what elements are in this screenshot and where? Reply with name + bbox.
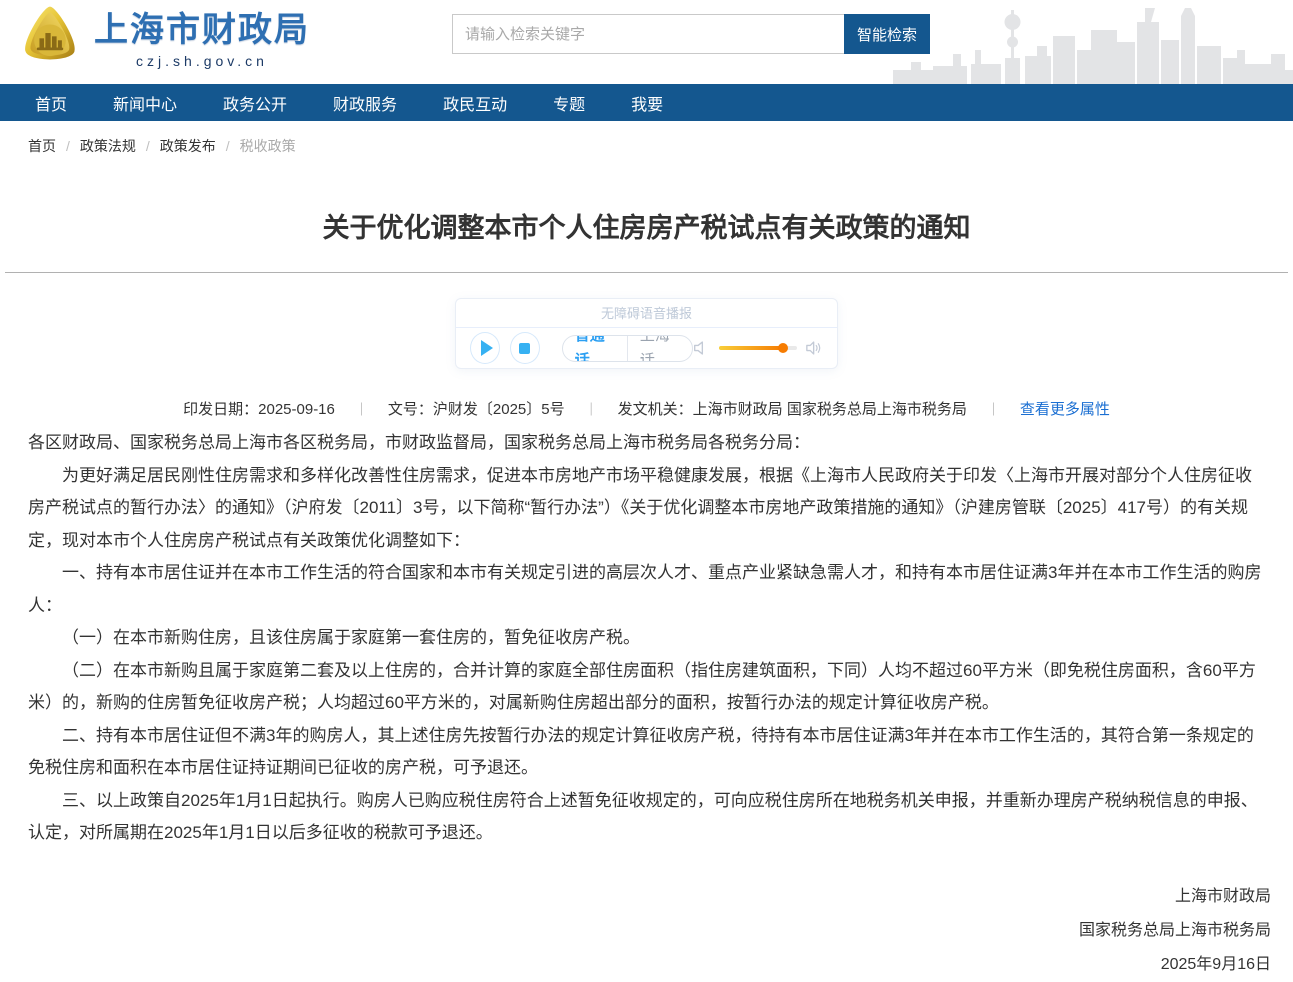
nav-item-home[interactable]: 首页 <box>35 91 67 115</box>
paragraph: 一、持有本市居住证并在本市工作生活的符合国家和本市有关规定引进的高层次人才、重点… <box>28 563 1262 615</box>
main-nav: 首页 新闻中心 政务公开 财政服务 政民互动 专题 我要 <box>0 84 1293 121</box>
stop-icon <box>519 342 531 354</box>
nav-item-interaction[interactable]: 政民互动 <box>443 91 507 115</box>
site-domain: czj.sh.gov.cn <box>136 53 268 69</box>
paragraph: （二）在本市新购且属于家庭第二套及以上住房的，合并计算的家庭全部住房面积（指住房… <box>28 660 1256 713</box>
accessible-audio-player: 无障碍语音播报 普通话 上海话 <box>455 298 838 369</box>
breadcrumb-home[interactable]: 首页 <box>28 136 56 156</box>
breadcrumb-current-tax-policy: 税收政策 <box>239 138 296 154</box>
nav-item-topics[interactable]: 专题 <box>553 91 585 115</box>
stop-button[interactable] <box>509 332 540 364</box>
print-date-label: 印发日期： <box>183 401 259 418</box>
language-toggle: 普通话 上海话 <box>561 334 694 362</box>
paragraph: 三、以上政策自2025年1月1日起执行。购房人已购应税住房符合上述暂免征收规定的… <box>28 790 1258 843</box>
meta-separator: ｜ <box>354 402 368 417</box>
city-skyline-decoration <box>893 8 1293 84</box>
volume-control <box>693 340 823 356</box>
issuing-agency-value: 上海市财政局 国家税务总局上海市税务局 <box>692 401 967 418</box>
site-header: 上海市财政局 czj.sh.gov.cn 智能检索 <box>0 0 1293 84</box>
volume-slider[interactable] <box>719 343 798 353</box>
paragraph: （一）在本市新购住房，且该住房属于家庭第一套住房的，暂免征收房产税。 <box>62 628 640 647</box>
breadcrumb-policy-release[interactable]: 政策发布 <box>160 136 216 156</box>
breadcrumb-separator: / <box>145 138 150 154</box>
language-option-mandarin[interactable]: 普通话 <box>563 336 627 361</box>
doc-number-label: 文号： <box>387 401 433 418</box>
site-logo[interactable]: 上海市财政局 czj.sh.gov.cn <box>16 2 310 70</box>
doc-number: 文号：沪财发〔2025〕5号 <box>388 398 565 419</box>
breadcrumb: 首页 / 政策法规 / 政策发布 / 税收政策 <box>0 121 1293 169</box>
meta-separator: ｜ <box>584 402 598 417</box>
print-date-value: 2025-09-16 <box>258 401 335 418</box>
meta-separator: ｜ <box>986 402 1000 417</box>
view-more-attributes-link[interactable]: 查看更多属性 <box>1020 398 1110 419</box>
smart-search-button[interactable]: 智能检索 <box>844 14 930 54</box>
nav-item-i-want[interactable]: 我要 <box>631 91 663 115</box>
signature-agency: 上海市财政局 <box>1174 887 1271 905</box>
audio-player-title: 无障碍语音播报 <box>456 299 837 328</box>
language-option-shanghainese[interactable]: 上海话 <box>626 335 692 361</box>
paragraph: 二、持有本市居住证但不满3年的购房人，其上述住房先按暂行办法的规定计算征收房产税… <box>28 725 1254 778</box>
breadcrumb-policy-regulations[interactable]: 政策法规 <box>80 136 136 156</box>
article-body: 各区财政局、国家税务总局上海市各区税务局，市财政监督局，国家税务总局上海市税务局… <box>0 419 1293 850</box>
search-box: 智能检索 <box>452 14 930 54</box>
play-button[interactable] <box>470 332 500 364</box>
site-name: 上海市财政局 <box>94 11 310 49</box>
signature-date: 2025年9月16日 <box>1160 955 1271 973</box>
volume-knob[interactable] <box>777 343 788 353</box>
issuing-agency-label: 发文机关： <box>617 401 693 418</box>
issuing-agency: 发文机关：上海市财政局 国家税务总局上海市税务局 <box>618 398 967 419</box>
play-icon <box>480 340 493 356</box>
speaker-low-icon <box>694 341 704 355</box>
nav-item-finance-services[interactable]: 财政服务 <box>333 91 397 115</box>
search-input[interactable] <box>452 14 844 54</box>
nav-item-news[interactable]: 新闻中心 <box>113 91 177 115</box>
nav-item-gov-affairs[interactable]: 政务公开 <box>223 91 287 115</box>
breadcrumb-separator: / <box>225 138 230 154</box>
paragraph: 为更好满足居民刚性住房需求和多样化改善性住房需求，促进本市房地产市场平稳健康发展… <box>28 465 1252 550</box>
signature-agency: 国家税务总局上海市税务局 <box>1078 921 1271 939</box>
breadcrumb-separator: / <box>66 138 70 154</box>
page-title: 关于优化调整本市个人住房房产税试点有关政策的通知 <box>322 213 971 243</box>
doc-number-value: 沪财发〔2025〕5号 <box>432 401 565 418</box>
document-meta: 印发日期：2025-09-16 ｜ 文号：沪财发〔2025〕5号 ｜ 发文机关：… <box>0 398 1293 419</box>
print-date: 印发日期：2025-09-16 <box>183 398 335 419</box>
title-divider <box>5 272 1288 273</box>
signature-block: 上海市财政局 国家税务总局上海市税务局 2025年9月16日 <box>0 880 1293 982</box>
salutation: 各区财政局、国家税务总局上海市各区税务局，市财政监督局，国家税务总局上海市税务局… <box>28 433 810 452</box>
speaker-high-icon <box>806 341 821 355</box>
finance-bureau-emblem-icon <box>25 6 75 60</box>
